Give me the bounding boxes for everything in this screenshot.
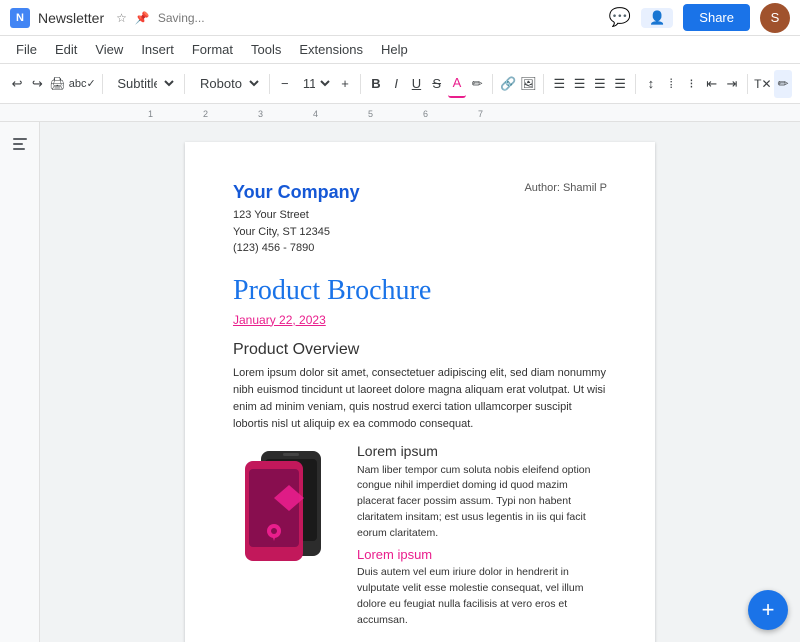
menu-file[interactable]: File <box>8 39 45 60</box>
menu-help[interactable]: Help <box>373 39 416 60</box>
toolbar-sep-4 <box>360 74 361 94</box>
pin-icon[interactable]: 📌 <box>135 11 150 25</box>
menu-insert[interactable]: Insert <box>133 39 182 60</box>
avatar[interactable]: S <box>760 3 790 33</box>
doc-page: Your Company 123 Your Street Your City, … <box>185 142 655 642</box>
image-button[interactable]: 🖼 <box>519 70 537 98</box>
doc-date: January 22, 2023 <box>233 313 607 327</box>
toolbar-sep-1 <box>102 74 103 94</box>
align-justify-button[interactable]: ☰ <box>611 70 629 98</box>
increase-font-button[interactable]: + <box>336 70 354 98</box>
pen-tool-button[interactable]: ✏ <box>774 70 792 98</box>
toolbar-sep-2 <box>184 74 185 94</box>
font-selector[interactable]: Roboto <box>191 72 263 95</box>
two-col-section: Lorem ipsum Nam liber tempor cum soluta … <box>233 443 607 635</box>
style-selector[interactable]: Subtitle <box>108 72 178 95</box>
col2-body: Duis autem vel eum iriure dolor in hendr… <box>357 565 607 628</box>
indent-less-button[interactable]: ⇤ <box>703 70 721 98</box>
toolbar-sep-3 <box>269 74 270 94</box>
link-button[interactable]: 🔗 <box>499 70 517 98</box>
star-icon[interactable]: ☆ <box>116 11 127 25</box>
col-text: Lorem ipsum Nam liber tempor cum soluta … <box>357 443 607 635</box>
title-bar-right: 💬 👤 Share S <box>609 3 790 33</box>
saving-status: Saving... <box>158 11 205 25</box>
doc-title[interactable]: Newsletter <box>38 10 104 26</box>
col1-title: Lorem ipsum <box>357 443 607 459</box>
company-address: 123 Your Street Your City, ST 12345 (123… <box>233 207 607 257</box>
ruler: 1 2 3 4 5 6 7 <box>0 104 800 122</box>
menu-edit[interactable]: Edit <box>47 39 85 60</box>
strikethrough-button[interactable]: S <box>428 70 446 98</box>
comments-icon[interactable]: 💬 <box>609 7 631 28</box>
indent-more-button[interactable]: ⇥ <box>723 70 741 98</box>
toolbar-sep-8 <box>747 74 748 94</box>
italic-button[interactable]: I <box>387 70 405 98</box>
align-left-button[interactable]: ☰ <box>550 70 568 98</box>
font-size-selector[interactable]: 11 <box>296 72 334 95</box>
clear-format-button[interactable]: T✕ <box>754 70 772 98</box>
title-bar: N Newsletter ☆ 📌 Saving... 💬 👤 Share S <box>0 0 800 36</box>
address-line3: (123) 456 - 7890 <box>233 240 607 257</box>
main-area: Your Company 123 Your Street Your City, … <box>0 122 800 642</box>
menu-extensions[interactable]: Extensions <box>291 39 371 60</box>
toolbar: ↩ ↪ 🖨 abc✓ Subtitle Roboto − 11 + B I U … <box>0 64 800 104</box>
spellcheck-button[interactable]: abc✓ <box>69 70 96 98</box>
app-icon: N <box>10 8 30 28</box>
menu-format[interactable]: Format <box>184 39 241 60</box>
align-center-button[interactable]: ☰ <box>570 70 588 98</box>
col1-body: Nam liber tempor cum soluta nobis eleife… <box>357 463 607 542</box>
underline-button[interactable]: U <box>407 70 425 98</box>
print-button[interactable]: 🖨 <box>49 70 67 98</box>
fab-area: + <box>748 590 788 630</box>
line-spacing-button[interactable]: ↕ <box>642 70 660 98</box>
profile-icon[interactable]: 👤 <box>641 8 673 28</box>
address-line2: Your City, ST 12345 <box>233 224 607 241</box>
ruler-inner: 1 2 3 4 5 6 7 <box>148 104 618 121</box>
phone-image <box>233 443 343 576</box>
section1-body: Lorem ipsum dolor sit amet, consectetuer… <box>233 365 607 433</box>
redo-button[interactable]: ↪ <box>28 70 46 98</box>
section1-title: Product Overview <box>233 341 607 359</box>
align-right-button[interactable]: ☰ <box>591 70 609 98</box>
author-line: Author: Shamil P <box>524 182 607 194</box>
doc-area[interactable]: Your Company 123 Your Street Your City, … <box>40 122 800 642</box>
bullets-button[interactable]: ⁞ <box>662 70 680 98</box>
share-button[interactable]: Share <box>683 4 750 31</box>
menu-tools[interactable]: Tools <box>243 39 289 60</box>
col2-title: Lorem ipsum <box>357 547 607 562</box>
menu-bar: File Edit View Insert Format Tools Exten… <box>0 36 800 64</box>
highlight-button[interactable]: ✏ <box>468 70 486 98</box>
menu-view[interactable]: View <box>87 39 131 60</box>
left-panel <box>0 122 40 642</box>
toolbar-sep-6 <box>543 74 544 94</box>
toolbar-sep-5 <box>492 74 493 94</box>
numbered-button[interactable]: ⁝ <box>682 70 700 98</box>
doc-title: Product Brochure <box>233 275 607 307</box>
outline-icon[interactable] <box>8 132 32 156</box>
toolbar-sep-7 <box>635 74 636 94</box>
address-line1: 123 Your Street <box>233 207 607 224</box>
decrease-font-button[interactable]: − <box>276 70 294 98</box>
title-bar-actions: ☆ 📌 Saving... <box>116 11 204 25</box>
fab-button[interactable]: + <box>748 590 788 630</box>
text-color-button[interactable]: A <box>448 70 466 98</box>
undo-button[interactable]: ↩ <box>8 70 26 98</box>
bold-button[interactable]: B <box>367 70 385 98</box>
